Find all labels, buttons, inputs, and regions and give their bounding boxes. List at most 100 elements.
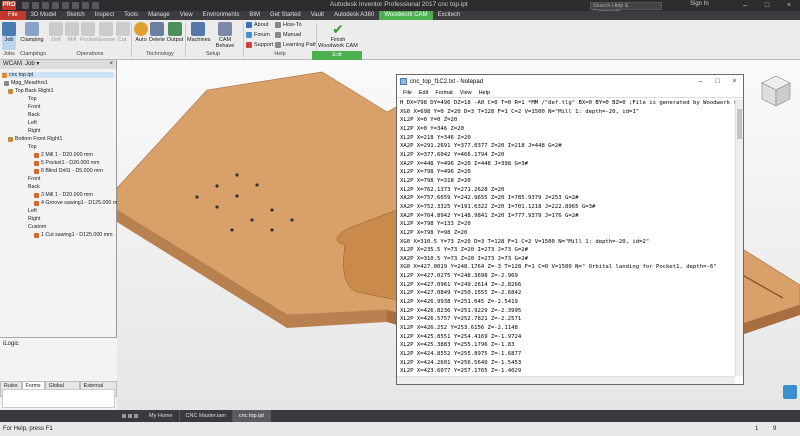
notepad-vertical-scrollbar[interactable] xyxy=(735,99,743,376)
tree-item-face[interactable]: Left xyxy=(28,120,37,126)
update-icon[interactable] xyxy=(82,2,89,9)
auto-button[interactable]: Auto xyxy=(134,22,148,43)
notepad-line: XL2P X=426.252 Y=253.6156 Z=-2.1148 xyxy=(400,325,518,332)
tree-item-face[interactable]: Right xyxy=(28,128,40,134)
tree-item-face[interactable]: Front xyxy=(28,104,40,110)
tab-environments[interactable]: Environments xyxy=(198,11,245,20)
cam-behave-button[interactable]: CAM Behave xyxy=(210,22,240,49)
learning-path-button[interactable]: Learning Path xyxy=(275,42,317,48)
drill-op-icon xyxy=(34,168,39,174)
select-icon[interactable] xyxy=(92,2,99,9)
left-bottom-strip xyxy=(0,410,117,422)
how-to-button[interactable]: How-To xyxy=(275,22,302,28)
delete-button[interactable]: Delete xyxy=(149,22,165,43)
support-button[interactable]: Support xyxy=(246,42,273,48)
tab-excitech[interactable]: Excitech xyxy=(433,11,466,20)
tab-file[interactable]: File xyxy=(0,11,26,20)
new-icon[interactable] xyxy=(22,2,29,9)
tree-item-operation[interactable]: 4 Groove sawing1 - D125.000 mm xyxy=(34,200,122,206)
tab-manage[interactable]: Manage xyxy=(143,11,175,20)
groove-icon xyxy=(99,22,113,36)
tile-windows-icon[interactable] xyxy=(117,410,143,422)
tab-vault[interactable]: Vault xyxy=(306,11,329,20)
tab-my-home[interactable]: My Home xyxy=(143,410,180,422)
tree-item-face[interactable]: Back xyxy=(28,184,40,190)
notepad-minimize-icon[interactable]: – xyxy=(692,75,709,88)
tab-3d-model[interactable]: 3D Model xyxy=(26,11,62,20)
notepad-text-area[interactable]: H DX=798 DY=496 DZ=18 -A0 C=0 T=0 R=1 *M… xyxy=(400,99,735,376)
app-logo[interactable]: PRO xyxy=(2,1,16,10)
notepad-line: XA2P X=448 Y=496 Z=20 I=448 J=398 G=3# xyxy=(400,160,528,167)
tab-woodwork-cam[interactable]: Woodwork CAM xyxy=(379,11,433,20)
notepad-horizontal-scrollbar[interactable] xyxy=(397,376,735,384)
tree-item-face[interactable]: Right xyxy=(28,216,40,222)
tree-item-face[interactable]: Custom xyxy=(28,224,46,230)
notepad-close-icon[interactable]: × xyxy=(726,75,743,88)
drill-button[interactable]: Drill xyxy=(49,22,63,43)
maximize-icon[interactable]: □ xyxy=(756,0,778,11)
scrollbar-thumb[interactable] xyxy=(737,109,742,139)
tree-item-operation[interactable]: 3 Mill 1 - D20.000 mm xyxy=(34,192,93,198)
group-clampings: Clampings xyxy=(20,51,46,57)
tree-item-face[interactable]: Back xyxy=(28,112,40,118)
browser-close-icon[interactable]: × xyxy=(109,60,116,69)
about-button[interactable]: About xyxy=(246,22,268,28)
cut-label: Cut xyxy=(117,37,127,43)
learning-path-icon xyxy=(275,42,281,48)
home-icon[interactable] xyxy=(72,2,79,9)
save-icon[interactable] xyxy=(42,2,49,9)
menu-help[interactable]: Help xyxy=(479,88,490,97)
viewcube[interactable] xyxy=(760,74,792,108)
tree-item-face[interactable]: Front xyxy=(28,176,40,182)
sign-in-link[interactable]: Sign In xyxy=(690,1,709,7)
tree-item-operation[interactable]: 2 Mill 1 - D20.000 mm xyxy=(34,152,93,158)
mill-button[interactable]: Mill xyxy=(65,22,79,43)
menu-file[interactable]: File xyxy=(403,88,412,97)
search-input[interactable]: Search Help & Commands... xyxy=(590,2,662,15)
tree-item-operation[interactable]: 1 Cut sawing1 - D125.000 mm xyxy=(34,232,113,238)
tree-item-meadhrs[interactable]: Mpg_Meadhrs1 xyxy=(4,80,48,86)
finish-woodwork-cam-button[interactable]: ✔ Finish Woodwork CAM xyxy=(318,22,358,49)
tree-item-operation[interactable]: 5 Pocket1 - D20.000 mm xyxy=(34,160,100,166)
tab-tools[interactable]: Tools xyxy=(119,11,143,20)
tab-cnc-master[interactable]: CNC Master.iam xyxy=(180,410,233,422)
tab-inspect[interactable]: Inspect xyxy=(90,11,119,20)
menu-format[interactable]: Format xyxy=(435,88,452,97)
tree-item-bottom-front-right[interactable]: Bottom Front Right1 xyxy=(8,136,62,142)
notepad-line: XL2P X=218 Y=346 Z=20 xyxy=(400,134,471,141)
forum-button[interactable]: Forum xyxy=(246,32,270,38)
tree-item-face[interactable]: Top xyxy=(28,144,37,150)
tab-get-started[interactable]: Get Started xyxy=(265,11,306,20)
job-button[interactable]: Job xyxy=(2,22,16,50)
browser-mode-dropdown[interactable]: Job ▾ xyxy=(25,60,39,69)
tab-view[interactable]: View xyxy=(175,11,198,20)
output-button[interactable]: Output xyxy=(166,22,184,43)
tree-item-face[interactable]: Top xyxy=(28,96,37,102)
tree-item-operation[interactable]: 6 Blind Drill1 - D5.000 mm xyxy=(34,168,103,174)
open-icon[interactable] xyxy=(32,2,39,9)
tab-bim[interactable]: BIM xyxy=(244,11,265,20)
manual-button[interactable]: Manual xyxy=(275,32,301,38)
pocket-button[interactable]: Pocket xyxy=(80,22,97,43)
tab-a360[interactable]: Autodesk A360 xyxy=(329,11,379,20)
navigation-bar-icon[interactable] xyxy=(783,385,797,399)
tab-cnc-top[interactable]: cnc top.ipt xyxy=(232,410,271,422)
clamping-label: Clamping xyxy=(20,37,44,43)
notepad-title: cnc_top_f1C2.txt - Notepad xyxy=(410,78,484,85)
machines-button[interactable]: Machines xyxy=(187,22,211,43)
groove-button[interactable]: Groove xyxy=(97,22,115,43)
redo-icon[interactable] xyxy=(62,2,69,9)
menu-view[interactable]: View xyxy=(460,88,472,97)
close-icon[interactable]: × xyxy=(778,0,800,11)
how-to-label: How-To xyxy=(283,22,302,28)
menu-edit[interactable]: Edit xyxy=(419,88,428,97)
cut-button[interactable]: Cut xyxy=(116,22,130,43)
tree-item-top-back-right[interactable]: Top Back Right1 xyxy=(8,88,54,94)
minimize-icon[interactable]: – xyxy=(734,0,756,11)
tree-item-face[interactable]: Left xyxy=(28,208,37,214)
tree-root[interactable]: cnc top.ipt xyxy=(2,72,114,78)
tab-sketch[interactable]: Sketch xyxy=(61,11,89,20)
clamping-button[interactable]: Clamping xyxy=(19,22,45,43)
notepad-maximize-icon[interactable]: □ xyxy=(709,75,726,88)
undo-icon[interactable] xyxy=(52,2,59,9)
